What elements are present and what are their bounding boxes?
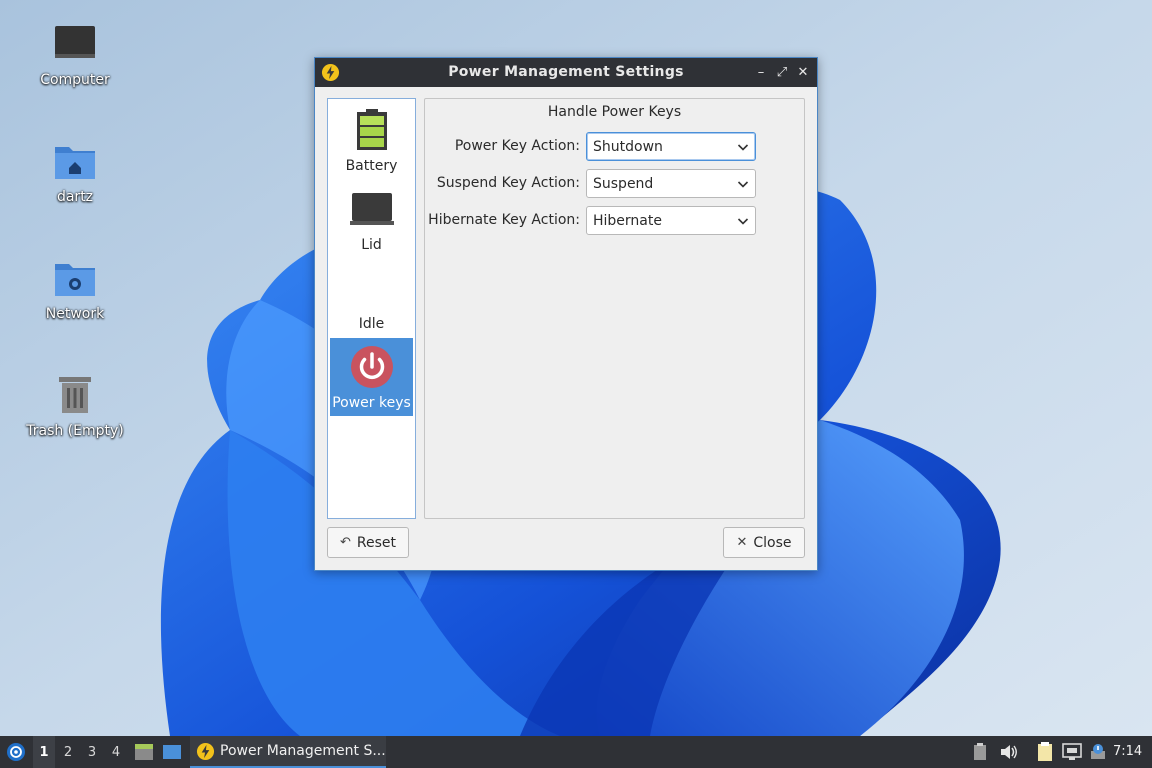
- taskbar-task-power-management[interactable]: Power Management S...: [190, 736, 386, 768]
- desktop-icon-label: Network: [45, 306, 105, 322]
- desktop-icon-network[interactable]: Network: [20, 254, 130, 354]
- suspend-key-action-row: Suspend Key Action: Suspend: [425, 169, 806, 199]
- suspend-key-action-label: Suspend Key Action:: [436, 175, 580, 191]
- sidebar-item-label: Power keys: [332, 395, 411, 411]
- desktop-icon-computer[interactable]: Computer: [20, 20, 130, 120]
- close-icon: ✕: [736, 535, 748, 550]
- lubuntu-logo-icon: [7, 743, 25, 761]
- suspend-key-action-combo[interactable]: Suspend: [586, 169, 756, 198]
- sidebar-item-idle[interactable]: Idle: [330, 259, 413, 337]
- battery-icon: [350, 108, 394, 152]
- tray-network[interactable]: [1061, 736, 1083, 768]
- chevron-down-icon: [737, 181, 749, 188]
- power-keys-panel: Handle Power Keys Power Key Action: Shut…: [424, 98, 805, 519]
- tray-clipboard[interactable]: [970, 736, 990, 768]
- minimize-button[interactable]: –: [752, 63, 770, 81]
- sidebar-item-label: Battery: [345, 158, 398, 174]
- combo-value: Shutdown: [593, 138, 663, 155]
- window-title: Power Management Settings: [448, 64, 684, 80]
- desktop-icon-label: Computer: [40, 72, 110, 88]
- file-manager-icon: [135, 744, 153, 760]
- close-button[interactable]: ✕ Close: [723, 527, 805, 558]
- desktop-icon-label: dartz: [56, 189, 94, 205]
- sidebar-item-battery[interactable]: Battery: [330, 101, 413, 179]
- task-label: Power Management S...: [220, 743, 386, 759]
- power-key-action-label: Power Key Action:: [454, 138, 580, 154]
- laptop-lid-icon: [349, 187, 394, 231]
- hibernate-key-action-label: Hibernate Key Action:: [428, 212, 580, 228]
- reset-button-label: Reset: [356, 534, 396, 551]
- update-notifier-icon: [1091, 744, 1105, 759]
- power-key-action-combo[interactable]: Shutdown: [586, 132, 756, 161]
- close-window-button[interactable]: ✕: [794, 63, 812, 81]
- desktop-icon-trash[interactable]: Trash (Empty): [20, 371, 130, 471]
- taskbar: 1 2 3 4 Power Management S... 7:14: [0, 736, 1152, 768]
- file-manager-launcher[interactable]: [133, 736, 155, 768]
- idle-icon: [350, 266, 394, 310]
- home-folder-icon: [51, 137, 99, 185]
- chevron-down-icon: [737, 144, 749, 151]
- sidebar-item-label: Lid: [361, 237, 382, 253]
- desktop-icon-home[interactable]: dartz: [20, 137, 130, 237]
- maximize-button[interactable]: ⤢: [773, 63, 791, 81]
- show-desktop-button[interactable]: [161, 736, 183, 768]
- trash-icon: [51, 371, 99, 419]
- workspace-2[interactable]: 2: [57, 736, 79, 768]
- settings-sidebar: Battery Lid Idle Power keys: [327, 98, 416, 519]
- volume-icon: [1001, 745, 1017, 759]
- lightning-icon: [196, 742, 215, 760]
- undo-icon: ↶: [339, 535, 351, 550]
- start-menu-button[interactable]: [4, 736, 28, 768]
- chevron-down-icon: [737, 218, 749, 225]
- combo-value: Hibernate: [593, 212, 662, 229]
- workspace-3[interactable]: 3: [81, 736, 103, 768]
- close-button-label: Close: [753, 534, 792, 551]
- reset-button[interactable]: ↶ Reset: [327, 527, 409, 558]
- power-management-window: Power Management Settings – ⤢ ✕ Battery …: [314, 57, 818, 571]
- network-icon: [1062, 743, 1082, 760]
- tray-notes[interactable]: [1034, 736, 1056, 768]
- power-icon: [350, 345, 394, 389]
- notes-icon: [1038, 742, 1052, 761]
- desktop-icon: [163, 745, 181, 759]
- network-folder-icon: [51, 254, 99, 302]
- desktop-icon-label: Trash (Empty): [26, 423, 124, 439]
- computer-icon: [51, 20, 99, 68]
- sidebar-item-power-keys[interactable]: Power keys: [330, 338, 413, 416]
- workspace-4[interactable]: 4: [105, 736, 127, 768]
- sidebar-item-label: Idle: [358, 316, 385, 332]
- sidebar-item-lid[interactable]: Lid: [330, 180, 413, 258]
- tray-volume[interactable]: [998, 736, 1020, 768]
- clipboard-icon: [974, 743, 986, 760]
- workspace-1[interactable]: 1: [33, 736, 55, 768]
- clock[interactable]: 7:14: [1113, 744, 1142, 759]
- window-titlebar[interactable]: Power Management Settings – ⤢ ✕: [315, 58, 817, 87]
- power-key-action-row: Power Key Action: Shutdown: [425, 132, 806, 162]
- panel-title: Handle Power Keys: [547, 104, 682, 120]
- combo-value: Suspend: [593, 175, 654, 192]
- hibernate-key-action-combo[interactable]: Hibernate: [586, 206, 756, 235]
- tray-updates[interactable]: [1088, 736, 1108, 768]
- hibernate-key-action-row: Hibernate Key Action: Hibernate: [425, 206, 806, 236]
